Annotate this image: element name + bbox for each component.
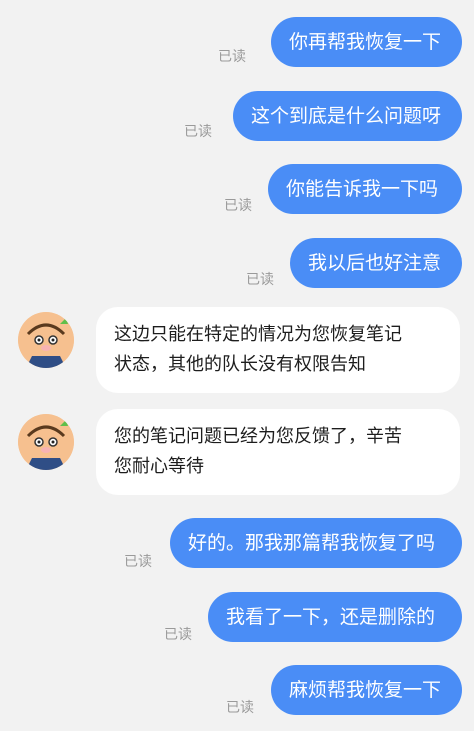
outgoing-message[interactable]: 好的。那我那篇帮我恢复了吗 <box>170 518 462 568</box>
contact-avatar[interactable] <box>18 414 74 470</box>
outgoing-message[interactable]: 这个到底是什么问题呀 <box>233 91 462 141</box>
outgoing-message[interactable]: 麻烦帮我恢复一下 <box>271 665 462 715</box>
cartoon-avatar-icon <box>18 312 74 368</box>
outgoing-message[interactable]: 我看了一下，还是删除的 <box>208 592 462 642</box>
read-receipt: 已读 <box>184 124 212 140</box>
outgoing-message[interactable]: 你能告诉我一下吗 <box>268 164 462 214</box>
read-receipt: 已读 <box>124 554 152 570</box>
incoming-message[interactable]: 这边只能在特定的情况为您恢复笔记 状态，其他的队长没有权限告知 <box>96 307 460 393</box>
read-receipt: 已读 <box>246 272 274 288</box>
incoming-message[interactable]: 您的笔记问题已经为您反馈了，辛苦 您耐心等待 <box>96 409 460 495</box>
chat-thread: 已读 你再帮我恢复一下 已读 这个到底是什么问题呀 已读 你能告诉我一下吗 已读… <box>0 0 474 731</box>
outgoing-message[interactable]: 你再帮我恢复一下 <box>271 17 462 67</box>
read-receipt: 已读 <box>164 627 192 643</box>
contact-avatar[interactable] <box>18 312 74 368</box>
read-receipt: 已读 <box>224 198 252 214</box>
cartoon-avatar-icon <box>18 414 74 470</box>
read-receipt: 已读 <box>226 700 254 716</box>
read-receipt: 已读 <box>218 49 246 65</box>
outgoing-message[interactable]: 我以后也好注意 <box>290 238 462 288</box>
